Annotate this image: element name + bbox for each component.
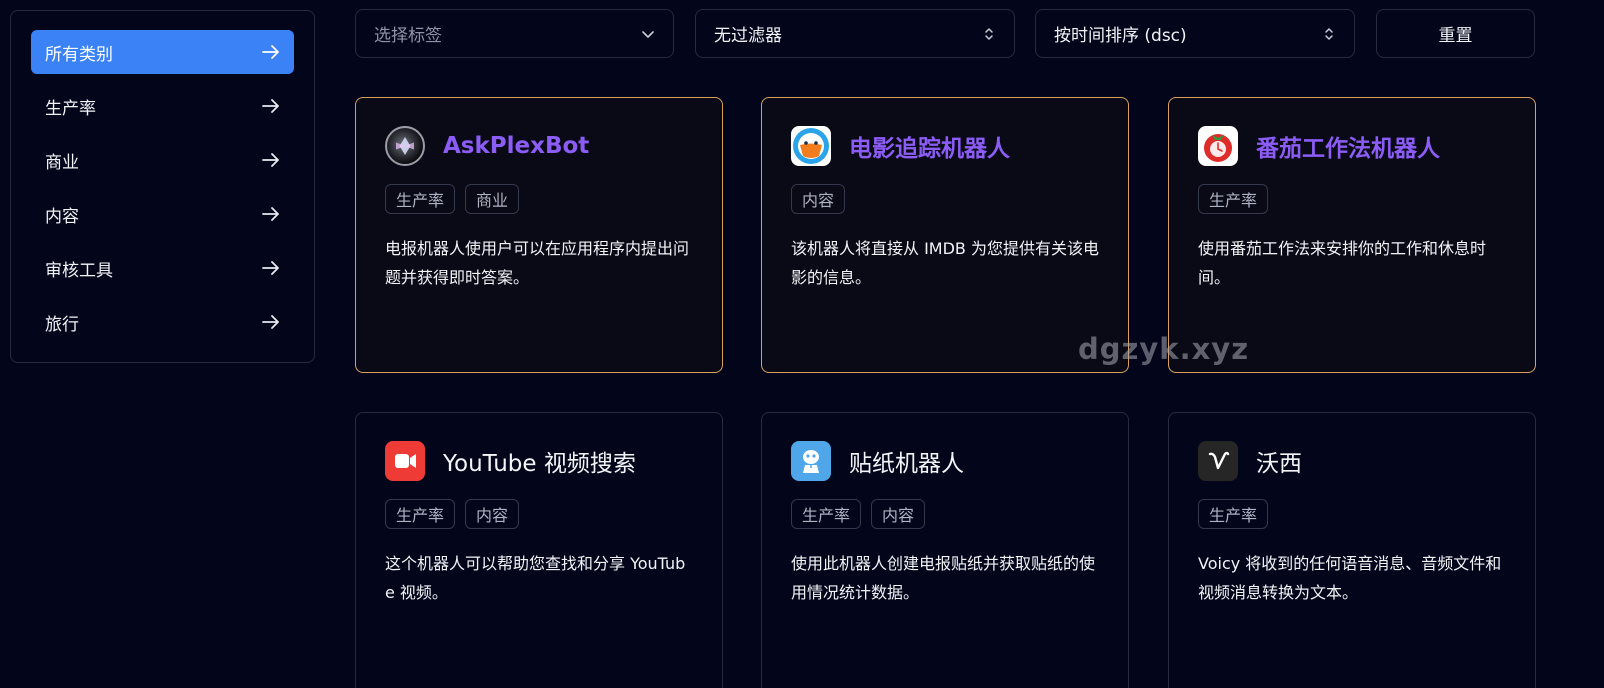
- bot-card-movie-tracker[interactable]: 电影追踪机器人 内容 该机器人将直接从 IMDB 为您提供有关该电影的信息。: [761, 97, 1129, 373]
- tag-select-placeholder: 选择标签: [374, 26, 442, 46]
- sidebar-item-all-categories[interactable]: 所有类别: [31, 30, 294, 74]
- card-title: 沃西: [1256, 451, 1302, 477]
- sort-select[interactable]: 按时间排序 (dsc): [1035, 9, 1355, 58]
- sidebar-item-moderation-tools[interactable]: 审核工具: [31, 246, 294, 290]
- card-header: 沃西: [1198, 441, 1506, 481]
- sidebar-item-content[interactable]: 内容: [31, 192, 294, 236]
- card-description: Voicy 将收到的任何语音消息、音频文件和视频消息转换为文本。: [1198, 554, 1502, 602]
- tag-list: 生产率: [1198, 184, 1506, 214]
- card-title: 番茄工作法机器人: [1256, 136, 1440, 162]
- bot-card-pomodoro[interactable]: 番茄工作法机器人 生产率 使用番茄工作法来安排你的工作和休息时间。: [1168, 97, 1536, 373]
- chevron-up-down-icon: [1325, 27, 1333, 40]
- card-description: 使用此机器人创建电报贴纸并获取贴纸的使用情况统计数据。: [791, 554, 1096, 602]
- tag-list: 生产率 内容: [791, 499, 1099, 529]
- chevron-down-icon: [642, 30, 654, 38]
- tag-list: 内容: [791, 184, 1099, 214]
- sidebar-item-label: 商业: [45, 152, 79, 173]
- plex-logo-icon: [385, 126, 425, 166]
- bot-card-voicy[interactable]: 沃西 生产率 Voicy 将收到的任何语音消息、音频文件和视频消息转换为文本。: [1168, 412, 1536, 688]
- card-title: AskPlexBot: [443, 133, 590, 159]
- chevron-up-down-icon: [985, 27, 993, 40]
- sidebar-item-productivity[interactable]: 生产率: [31, 84, 294, 128]
- tag-badge[interactable]: 内容: [791, 184, 846, 214]
- tag-badge[interactable]: 生产率: [1198, 499, 1269, 529]
- tag-badge[interactable]: 内容: [871, 499, 926, 529]
- tag-list: 生产率 内容: [385, 499, 693, 529]
- arrow-right-icon: [262, 261, 279, 275]
- bot-directory-page: 所有类别 生产率 商业 内容 审核工具 旅行 选择标签 无过滤器 按时间排序 (…: [0, 0, 1604, 688]
- card-description: 使用番茄工作法来安排你的工作和休息时间。: [1198, 239, 1487, 287]
- card-header: YouTube 视频搜索: [385, 441, 693, 481]
- card-header: 电影追踪机器人: [791, 126, 1099, 166]
- reset-button[interactable]: 重置: [1376, 9, 1535, 58]
- arrow-right-icon: [262, 99, 279, 113]
- card-title: YouTube 视频搜索: [443, 451, 636, 477]
- tag-select[interactable]: 选择标签: [355, 9, 674, 58]
- movie-bot-icon: [791, 126, 831, 166]
- arrow-right-icon: [262, 45, 279, 59]
- card-title: 电影追踪机器人: [849, 136, 1010, 162]
- card-description: 电报机器人使用户可以在应用程序内提出问题并获得即时答案。: [385, 239, 690, 287]
- sidebar-item-business[interactable]: 商业: [31, 138, 294, 182]
- bot-card-youtube-search[interactable]: YouTube 视频搜索 生产率 内容 这个机器人可以帮助您查找和分享 YouT…: [355, 412, 723, 688]
- sidebar-item-label: 内容: [45, 206, 79, 227]
- tag-badge[interactable]: 生产率: [1198, 184, 1269, 214]
- arrow-right-icon: [262, 207, 279, 221]
- filter-select-value: 无过滤器: [714, 26, 782, 46]
- tomato-timer-icon: [1198, 126, 1238, 166]
- sticker-robot-icon: [791, 441, 831, 481]
- card-header: 贴纸机器人: [791, 441, 1099, 481]
- tag-list: 生产率 商业: [385, 184, 693, 214]
- arrow-right-icon: [262, 153, 279, 167]
- tag-badge[interactable]: 生产率: [791, 499, 862, 529]
- card-description: 这个机器人可以帮助您查找和分享 YouTube 视频。: [385, 554, 686, 602]
- sidebar-item-label: 生产率: [45, 98, 96, 119]
- tag-list: 生产率: [1198, 499, 1506, 529]
- voicy-logo-icon: [1198, 441, 1238, 481]
- category-sidebar: 所有类别 生产率 商业 内容 审核工具 旅行: [10, 10, 315, 363]
- card-title: 贴纸机器人: [849, 451, 964, 477]
- tag-badge[interactable]: 生产率: [385, 499, 456, 529]
- sidebar-item-label: 所有类别: [45, 44, 113, 65]
- tag-badge[interactable]: 内容: [465, 499, 520, 529]
- sidebar-item-label: 审核工具: [45, 260, 113, 281]
- sidebar-item-label: 旅行: [45, 314, 79, 335]
- sidebar-item-travel[interactable]: 旅行: [31, 300, 294, 344]
- tag-badge[interactable]: 商业: [465, 184, 520, 214]
- video-camera-icon: [385, 441, 425, 481]
- arrow-right-icon: [262, 315, 279, 329]
- bot-card-sticker-bot[interactable]: 贴纸机器人 生产率 内容 使用此机器人创建电报贴纸并获取贴纸的使用情况统计数据。: [761, 412, 1129, 688]
- card-header: 番茄工作法机器人: [1198, 126, 1506, 166]
- tag-badge[interactable]: 生产率: [385, 184, 456, 214]
- card-description: 该机器人将直接从 IMDB 为您提供有关该电影的信息。: [791, 239, 1099, 287]
- bot-card-askplexbot[interactable]: AskPlexBot 生产率 商业 电报机器人使用户可以在应用程序内提出问题并获…: [355, 97, 723, 373]
- sort-select-value: 按时间排序 (dsc): [1054, 26, 1187, 46]
- filter-select[interactable]: 无过滤器: [695, 9, 1015, 58]
- card-header: AskPlexBot: [385, 126, 693, 166]
